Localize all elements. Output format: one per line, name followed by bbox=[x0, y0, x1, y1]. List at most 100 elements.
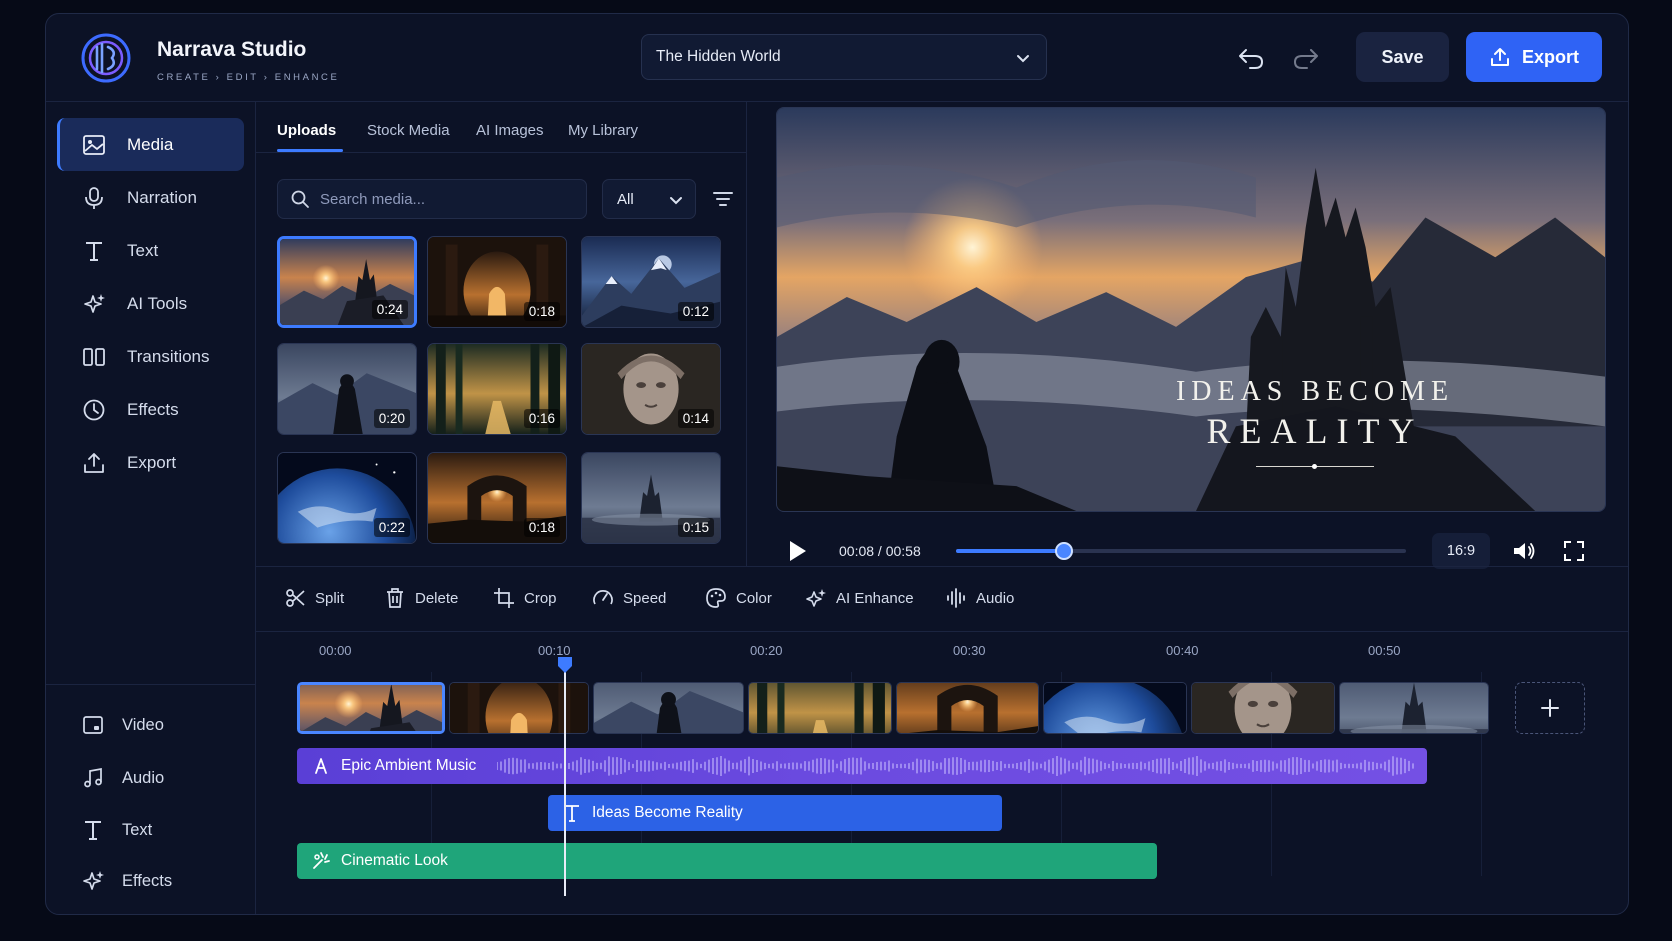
ai-enhance-button[interactable]: AI Enhance bbox=[805, 587, 914, 609]
save-button[interactable]: Save bbox=[1356, 32, 1449, 82]
media-thumbnail[interactable]: 0:18 bbox=[427, 236, 567, 328]
media-thumbnail[interactable]: 0:18 bbox=[427, 452, 567, 544]
color-button[interactable]: Color bbox=[705, 587, 772, 609]
fullscreen-icon[interactable] bbox=[1562, 539, 1586, 563]
plus-icon bbox=[1541, 699, 1559, 717]
timeline[interactable]: 00:00 00:10 00:20 00:30 00:40 00:50 Epic… bbox=[256, 632, 1628, 914]
scissors-icon bbox=[286, 589, 305, 607]
export-button[interactable]: Export bbox=[1466, 32, 1602, 82]
time-tick: 00:40 bbox=[1166, 643, 1199, 658]
sidebar-item-media[interactable]: Media bbox=[57, 118, 244, 171]
music-icon bbox=[315, 758, 327, 774]
sidebar-item-narration[interactable]: Narration bbox=[57, 171, 244, 224]
trash-icon bbox=[387, 588, 403, 608]
tab-divider bbox=[256, 152, 747, 153]
add-clip-button[interactable] bbox=[1515, 682, 1585, 734]
video-clip[interactable] bbox=[1191, 682, 1335, 734]
sparkle-icon bbox=[806, 589, 826, 607]
logo-icon bbox=[81, 33, 131, 83]
music-track-bar[interactable]: Epic Ambient Music bbox=[297, 748, 1427, 784]
chevron-down-icon bbox=[670, 197, 682, 205]
app-subtitle: CREATE › EDIT › ENHANCE bbox=[157, 72, 340, 83]
media-thumbnail[interactable]: 0:14 bbox=[581, 343, 721, 435]
playhead-handle[interactable] bbox=[557, 656, 573, 674]
media-thumbnail[interactable]: 0:12 bbox=[581, 236, 721, 328]
media-thumbnail[interactable]: 0:22 bbox=[277, 452, 417, 544]
filter-value: All bbox=[617, 190, 634, 208]
tool-label: AI Enhance bbox=[836, 589, 914, 607]
sidebar-item-text[interactable]: Text bbox=[57, 224, 244, 277]
video-clip[interactable] bbox=[748, 682, 892, 734]
media-thumbnail[interactable]: 0:16 bbox=[427, 343, 567, 435]
tab-ai-images[interactable]: AI Images bbox=[476, 122, 544, 139]
clip-thumbnail bbox=[594, 683, 743, 733]
video-preview[interactable]: IDEAS BECOME REALITY bbox=[776, 107, 1606, 512]
tool-label: Audio bbox=[976, 589, 1015, 607]
volume-icon[interactable] bbox=[1511, 539, 1537, 563]
sidebar-item-label: Transitions bbox=[127, 346, 210, 366]
filter-icon[interactable] bbox=[712, 188, 734, 210]
project-select[interactable]: The Hidden World bbox=[641, 34, 1047, 80]
track-label: Effects bbox=[122, 871, 173, 890]
playhead-line bbox=[564, 662, 566, 896]
crop-button[interactable]: Crop bbox=[493, 587, 557, 609]
overlay-divider bbox=[1256, 464, 1374, 469]
media-filter-select[interactable]: All bbox=[602, 179, 696, 219]
scrub-handle[interactable] bbox=[1055, 542, 1073, 560]
track-label-effects[interactable]: Effects bbox=[81, 861, 172, 901]
track-label-text[interactable]: Text bbox=[81, 810, 152, 850]
waveform-icon bbox=[947, 588, 965, 608]
play-icon[interactable] bbox=[784, 538, 810, 564]
timecode: 00:08 / 00:58 bbox=[839, 543, 921, 559]
tab-my-library[interactable]: My Library bbox=[568, 122, 638, 139]
track-label-video[interactable]: Video bbox=[81, 705, 164, 745]
sidebar-item-effects[interactable]: Effects bbox=[57, 383, 244, 436]
sidebar-item-label: Text bbox=[127, 240, 159, 260]
video-clip[interactable] bbox=[593, 682, 744, 734]
effect-icon bbox=[313, 852, 330, 869]
video-clip[interactable] bbox=[297, 682, 445, 734]
track-label-audio[interactable]: Audio bbox=[81, 758, 164, 798]
time-tick: 00:20 bbox=[750, 643, 783, 658]
sidebar-divider bbox=[46, 684, 256, 685]
speed-button[interactable]: Speed bbox=[592, 587, 666, 609]
audio-button[interactable]: Audio bbox=[945, 587, 1014, 609]
media-thumbnail[interactable]: 0:15 bbox=[581, 452, 721, 544]
clip-duration: 0:18 bbox=[523, 302, 560, 321]
text-track-bar[interactable]: Ideas Become Reality bbox=[548, 795, 1002, 831]
clip-thumbnail bbox=[1192, 683, 1334, 733]
microphone-icon bbox=[85, 186, 103, 209]
video-clip[interactable] bbox=[449, 682, 589, 734]
tool-label: Delete bbox=[415, 589, 459, 607]
media-thumbnail[interactable]: 0:20 bbox=[277, 343, 417, 435]
effect-track-bar[interactable]: Cinematic Look bbox=[297, 843, 1157, 879]
sidebar-item-ai-tools[interactable]: AI Tools bbox=[57, 277, 244, 330]
search-icon bbox=[291, 190, 309, 208]
search-input[interactable] bbox=[320, 190, 560, 208]
text-track-label: Ideas Become Reality bbox=[592, 804, 743, 821]
tab-stock-media[interactable]: Stock Media bbox=[367, 122, 450, 139]
video-clip[interactable] bbox=[1043, 682, 1187, 734]
speedometer-icon bbox=[593, 590, 613, 605]
overlay-title-line2: REALITY bbox=[1206, 411, 1424, 451]
clip-thumbnail bbox=[897, 683, 1038, 733]
redo-icon[interactable] bbox=[1291, 44, 1321, 72]
split-button[interactable]: Split bbox=[284, 587, 344, 609]
scrub-bar[interactable] bbox=[956, 542, 1406, 560]
media-thumbnail[interactable]: 0:24 bbox=[277, 236, 417, 328]
sidebar-item-label: Effects bbox=[127, 399, 179, 419]
video-clip[interactable] bbox=[1339, 682, 1489, 734]
sidebar-item-export[interactable]: Export bbox=[57, 436, 244, 489]
clip-thumbnail bbox=[450, 683, 588, 733]
delete-button[interactable]: Delete bbox=[384, 587, 458, 609]
video-clip[interactable] bbox=[896, 682, 1039, 734]
sidebar-item-label: Export bbox=[127, 452, 177, 472]
track-label: Text bbox=[122, 820, 153, 839]
tool-label: Crop bbox=[524, 589, 557, 607]
search-box bbox=[277, 179, 587, 219]
image-icon bbox=[83, 134, 105, 155]
aspect-ratio-button[interactable]: 16:9 bbox=[1432, 533, 1490, 569]
undo-icon[interactable] bbox=[1236, 44, 1266, 72]
tab-uploads[interactable]: Uploads bbox=[277, 122, 336, 139]
sidebar-item-transitions[interactable]: Transitions bbox=[57, 330, 244, 383]
